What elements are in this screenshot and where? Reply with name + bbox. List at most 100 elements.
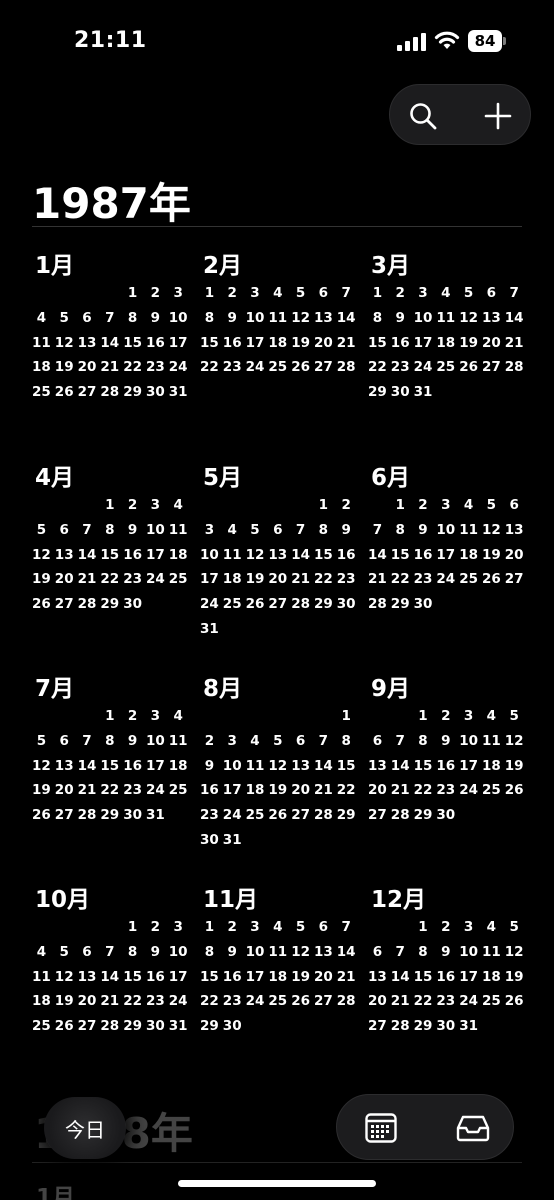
day-cell[interactable]: 17 (167, 335, 190, 360)
day-cell[interactable]: 19 (30, 571, 53, 596)
day-cell[interactable]: 17 (244, 335, 267, 360)
day-cell[interactable]: 14 (335, 310, 358, 335)
day-cell[interactable]: 23 (335, 571, 358, 596)
day-cell[interactable]: 12 (53, 335, 76, 360)
day-cell[interactable]: 29 (98, 807, 121, 832)
day-cell[interactable]: 11 (480, 944, 503, 969)
day-cell[interactable]: 26 (503, 993, 526, 1018)
day-cell[interactable]: 26 (457, 359, 480, 384)
day-cell[interactable]: 9 (412, 522, 435, 547)
day-cell[interactable]: 6 (76, 310, 99, 335)
day-cell[interactable]: 23 (412, 571, 435, 596)
day-cell[interactable]: 16 (434, 758, 457, 783)
day-cell[interactable]: 15 (198, 969, 221, 994)
day-cell[interactable]: 18 (221, 571, 244, 596)
day-cell[interactable]: 29 (366, 384, 389, 409)
day-cell[interactable]: 18 (30, 993, 53, 1018)
day-cell[interactable]: 24 (244, 993, 267, 1018)
day-cell[interactable]: 16 (198, 782, 221, 807)
day-cell[interactable]: 11 (434, 310, 457, 335)
day-cell[interactable]: 26 (289, 993, 312, 1018)
day-cell[interactable]: 30 (144, 384, 167, 409)
month-3[interactable]: 3月 1 2 3 4 5 6 7 8 9 10 11 12 13 14 15 16 17 18 19 20 21 22 23 2… (366, 246, 526, 409)
month-2[interactable]: 2月 1 2 3 4 5 6 7 8 9 10 11 12 13 14 15 16 17 18 19 20 21 22 23 2… (198, 246, 358, 384)
day-cell[interactable]: 27 (480, 359, 503, 384)
day-cell[interactable]: 7 (98, 944, 121, 969)
day-cell[interactable]: 22 (412, 782, 435, 807)
day-cell[interactable]: 8 (198, 310, 221, 335)
day-cell[interactable]: 12 (53, 969, 76, 994)
day-cell[interactable]: 15 (412, 969, 435, 994)
day-cell[interactable]: 29 (198, 1018, 221, 1043)
day-cell[interactable]: 28 (335, 359, 358, 384)
day-cell[interactable]: 22 (389, 571, 412, 596)
day-cell[interactable]: 11 (30, 969, 53, 994)
day-cell[interactable]: 14 (366, 547, 389, 572)
day-cell[interactable]: 27 (366, 807, 389, 832)
day-cell[interactable]: 30 (198, 832, 221, 857)
day-cell[interactable]: 19 (503, 758, 526, 783)
day-cell[interactable]: 4 (30, 310, 53, 335)
day-cell[interactable]: 19 (53, 359, 76, 384)
day-cell[interactable]: 2 (434, 708, 457, 733)
day-cell[interactable]: 15 (98, 547, 121, 572)
day-cell[interactable]: 10 (434, 522, 457, 547)
day-cell[interactable]: 12 (503, 944, 526, 969)
day-cell[interactable]: 15 (412, 758, 435, 783)
day-cell[interactable]: 17 (144, 547, 167, 572)
day-cell[interactable]: 31 (167, 1018, 190, 1043)
day-cell[interactable]: 8 (366, 310, 389, 335)
day-cell[interactable]: 27 (53, 596, 76, 621)
day-cell[interactable]: 21 (389, 993, 412, 1018)
day-cell[interactable]: 27 (312, 359, 335, 384)
day-cell[interactable]: 3 (244, 285, 267, 310)
month-9[interactable]: 9月 1 2 3 4 5 6 7 8 9 10 11 12 13 14 15 16 17 18 19 20 21 22 23 2… (366, 669, 526, 832)
day-cell[interactable]: 30 (434, 1018, 457, 1043)
day-cell[interactable]: 22 (98, 782, 121, 807)
day-cell[interactable]: 3 (457, 708, 480, 733)
day-cell[interactable]: 22 (412, 993, 435, 1018)
day-cell[interactable]: 8 (198, 944, 221, 969)
day-cell[interactable]: 29 (335, 807, 358, 832)
day-cell[interactable]: 20 (503, 547, 526, 572)
day-cell[interactable]: 2 (389, 285, 412, 310)
day-cell[interactable]: 7 (389, 944, 412, 969)
day-cell[interactable]: 6 (53, 522, 76, 547)
day-cell[interactable]: 4 (480, 919, 503, 944)
day-cell[interactable]: 22 (121, 359, 144, 384)
day-cell[interactable]: 23 (144, 359, 167, 384)
day-cell[interactable]: 10 (167, 310, 190, 335)
day-cell[interactable]: 17 (221, 782, 244, 807)
day-cell[interactable]: 26 (30, 807, 53, 832)
day-cell[interactable]: 4 (457, 497, 480, 522)
day-cell[interactable]: 7 (389, 733, 412, 758)
day-cell[interactable]: 4 (244, 733, 267, 758)
day-cell[interactable]: 5 (266, 733, 289, 758)
day-cell[interactable]: 6 (312, 285, 335, 310)
day-cell[interactable]: 23 (198, 807, 221, 832)
day-cell[interactable]: 10 (221, 758, 244, 783)
day-cell[interactable]: 11 (266, 310, 289, 335)
day-cell[interactable]: 15 (121, 335, 144, 360)
day-cell[interactable]: 19 (266, 782, 289, 807)
day-cell[interactable]: 7 (76, 733, 99, 758)
day-cell[interactable]: 3 (412, 285, 435, 310)
day-cell[interactable]: 13 (53, 547, 76, 572)
day-cell[interactable]: 15 (98, 758, 121, 783)
day-cell[interactable]: 20 (366, 993, 389, 1018)
day-cell[interactable]: 1 (412, 919, 435, 944)
day-cell[interactable]: 14 (312, 758, 335, 783)
day-cell[interactable]: 19 (289, 969, 312, 994)
day-cell[interactable]: 7 (503, 285, 526, 310)
day-cell[interactable]: 16 (121, 547, 144, 572)
day-cell[interactable]: 29 (412, 1018, 435, 1043)
day-cell[interactable]: 14 (76, 547, 99, 572)
day-cell[interactable]: 11 (457, 522, 480, 547)
day-cell[interactable]: 14 (335, 944, 358, 969)
day-cell[interactable]: 12 (503, 733, 526, 758)
day-cell[interactable]: 27 (366, 1018, 389, 1043)
day-cell[interactable]: 9 (221, 944, 244, 969)
day-cell[interactable]: 30 (121, 596, 144, 621)
day-cell[interactable]: 6 (266, 522, 289, 547)
day-cell[interactable]: 11 (221, 547, 244, 572)
